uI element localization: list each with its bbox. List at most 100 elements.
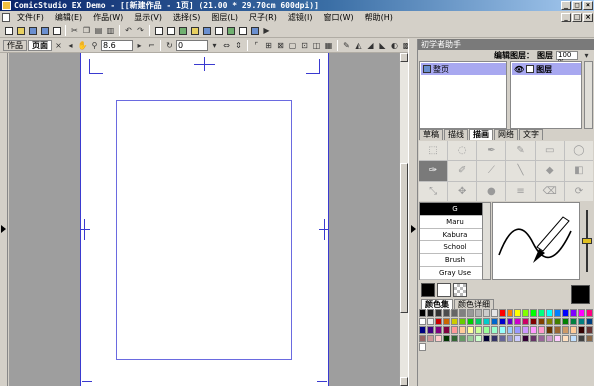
palette-swatch[interactable]	[426, 309, 434, 317]
flip-horizontal-icon[interactable]: ⇔	[221, 40, 232, 51]
menu-layer[interactable]: 图层(L)	[206, 11, 244, 24]
palette-swatch[interactable]	[530, 326, 538, 334]
document-icon[interactable]	[2, 13, 10, 22]
palette-swatch[interactable]	[458, 309, 466, 317]
palette-swatch[interactable]	[442, 326, 450, 334]
close-button[interactable]: ×	[583, 1, 593, 10]
palette-swatch[interactable]	[514, 334, 522, 342]
palette-swatch[interactable]	[442, 309, 450, 317]
perspective-icon[interactable]: ◫	[311, 40, 322, 51]
palette-swatch[interactable]	[434, 317, 442, 325]
palette-swatch[interactable]	[514, 326, 522, 334]
tab-work[interactable]: 作品	[3, 40, 27, 51]
palette-swatch[interactable]	[474, 326, 482, 334]
fill-icon[interactable]: ◭	[353, 40, 364, 51]
palette-swatch[interactable]	[490, 309, 498, 317]
menu-ruler[interactable]: 尺子(R)	[244, 11, 283, 24]
panel-splitter[interactable]	[408, 39, 418, 386]
layer-zoom-field[interactable]: 100 %	[556, 51, 578, 66]
palette-swatch[interactable]	[498, 326, 506, 334]
select-all-icon[interactable]	[165, 25, 176, 36]
palette-swatch[interactable]	[466, 317, 474, 325]
brush-tool-icon[interactable]: ✑	[419, 161, 448, 181]
palette-swatch[interactable]	[458, 334, 466, 342]
save-as-icon[interactable]	[39, 25, 50, 36]
left-collapse-strip[interactable]	[0, 53, 8, 386]
minimize-button[interactable]: _	[561, 1, 571, 10]
palette-swatch[interactable]	[586, 317, 593, 325]
palette-swatch[interactable]	[546, 309, 554, 317]
palette-swatch[interactable]	[586, 309, 593, 317]
tool-palette-icon[interactable]	[189, 25, 200, 36]
brush-item[interactable]: G	[420, 203, 490, 216]
eye-icon[interactable]: 👁	[514, 65, 524, 74]
copy-icon[interactable]: ❐	[81, 25, 92, 36]
palette-swatch[interactable]	[419, 309, 426, 317]
rotate-icon[interactable]: ↻	[164, 40, 175, 51]
transparent-swatch[interactable]	[453, 283, 467, 297]
palette-swatch[interactable]	[570, 317, 578, 325]
tab-draft[interactable]: 草稿	[419, 129, 443, 140]
palette-swatch[interactable]	[530, 334, 538, 342]
palette-swatch[interactable]	[482, 317, 490, 325]
palette-swatch[interactable]	[434, 326, 442, 334]
canvas-scrollbar[interactable]	[399, 53, 408, 386]
brush-list[interactable]: G Maru Kabura School Brush Gray Use	[419, 202, 491, 280]
chevron-down-icon[interactable]: ▾	[209, 40, 220, 51]
palette-swatch[interactable]	[522, 317, 530, 325]
ellipse-icon[interactable]: ◯	[564, 141, 593, 161]
palette-swatch[interactable]	[562, 317, 570, 325]
palette-swatch[interactable]	[490, 326, 498, 334]
fill-bucket-icon[interactable]: ◧	[564, 161, 593, 181]
fit-page-icon[interactable]: ⌐	[146, 40, 157, 51]
rectangle-icon[interactable]: ▭	[535, 141, 564, 161]
tab-page[interactable]: 页面	[28, 40, 52, 51]
rotate-field[interactable]: 0	[176, 40, 208, 51]
doc-close-button[interactable]: ×	[583, 13, 593, 22]
palette-swatch[interactable]	[570, 326, 578, 334]
zoom-icon[interactable]: ⚲	[89, 40, 100, 51]
palette-swatch[interactable]	[546, 326, 554, 334]
palette-swatch[interactable]	[506, 317, 514, 325]
brush-item[interactable]: School	[420, 241, 490, 255]
flip-vertical-icon[interactable]: ⇕	[233, 40, 244, 51]
palette-swatch[interactable]	[434, 309, 442, 317]
redo-icon[interactable]: ↷	[135, 25, 146, 36]
undo-icon[interactable]: ↶	[123, 25, 134, 36]
palette-swatch[interactable]	[578, 317, 586, 325]
grid-icon[interactable]: ⊞	[263, 40, 274, 51]
tab-drawing[interactable]: 描画	[469, 129, 493, 140]
tone-icon[interactable]: ▦	[323, 40, 334, 51]
palette-swatch[interactable]	[562, 334, 570, 342]
palette-swatch[interactable]	[538, 317, 546, 325]
mask-icon[interactable]: ◐	[389, 40, 400, 51]
doc-restore-button[interactable]: □	[572, 13, 582, 22]
palette-swatch[interactable]	[514, 317, 522, 325]
palette-swatch[interactable]	[419, 317, 426, 325]
menu-file[interactable]: 文件(F)	[12, 11, 50, 24]
palette-swatch[interactable]	[530, 309, 538, 317]
palette-swatch[interactable]	[474, 317, 482, 325]
pen-tool-icon[interactable]: ✒	[477, 141, 506, 161]
palette-swatch[interactable]	[586, 326, 593, 334]
panel-frame[interactable]	[116, 100, 292, 360]
move-icon[interactable]: ✥	[448, 181, 477, 201]
palette-swatch[interactable]	[538, 334, 546, 342]
menu-view[interactable]: 显示(V)	[129, 11, 168, 24]
paste-icon[interactable]: ▤	[93, 25, 104, 36]
open-folder-icon[interactable]	[15, 25, 26, 36]
object-icon[interactable]: ⟳	[564, 181, 593, 201]
palette-swatch[interactable]	[530, 317, 538, 325]
tone-eraser-icon[interactable]: ⌫	[535, 181, 564, 201]
palette-swatch[interactable]	[514, 309, 522, 317]
triangle-icon[interactable]: ◢	[365, 40, 376, 51]
chevron-left-icon[interactable]: ◂	[65, 40, 76, 51]
palette-swatch[interactable]	[450, 334, 458, 342]
brush-item[interactable]: Maru	[420, 216, 490, 229]
palette-swatch[interactable]	[578, 309, 586, 317]
palette-swatch[interactable]	[570, 334, 578, 342]
palette-swatch[interactable]	[450, 326, 458, 334]
palette-swatch[interactable]	[546, 317, 554, 325]
select-rect-icon[interactable]: ⬚	[419, 141, 448, 161]
maximize-button[interactable]: □	[572, 1, 582, 10]
